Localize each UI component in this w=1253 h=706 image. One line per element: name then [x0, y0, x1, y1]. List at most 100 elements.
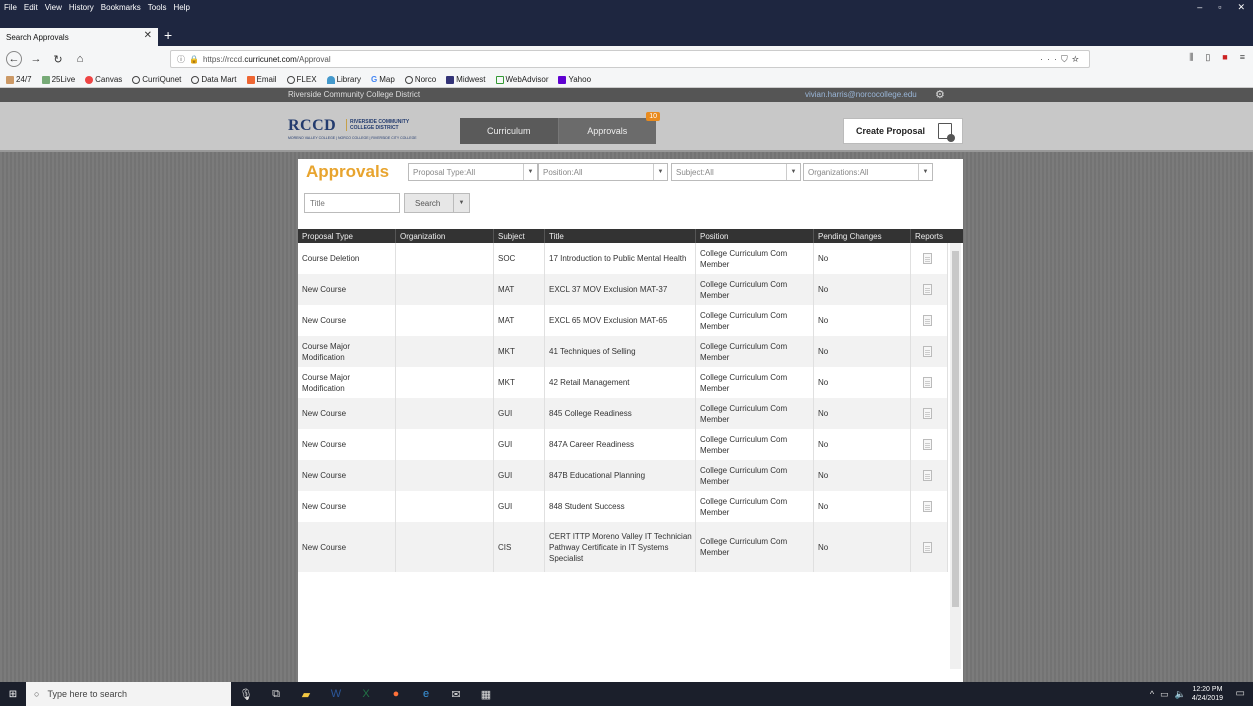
excel-icon[interactable]: X	[351, 682, 381, 706]
proposal-type-filter[interactable]: Proposal Type:All ▼	[408, 163, 538, 181]
rccd-logo[interactable]: RCCD RIVERSIDE COMMUNITY COLLEGE DISTRICT…	[288, 117, 428, 143]
table-row[interactable]: Course Deletion SOC 17 Introduction to Pub…	[298, 243, 948, 274]
report-icon[interactable]	[923, 470, 932, 481]
forward-icon[interactable]: →	[28, 51, 44, 67]
page-actions-icon[interactable]: ···⛉☆	[1040, 54, 1083, 65]
chevron-down-icon: ▼	[786, 164, 800, 180]
url-bar[interactable]: ⓘ 🔒 https://rccd.curricunet.com/Approval…	[170, 50, 1090, 68]
report-icon[interactable]	[923, 541, 932, 553]
mail-icon[interactable]: ✉	[441, 682, 471, 706]
scrollbar-thumb[interactable]	[952, 251, 959, 607]
bookmark-email[interactable]: Email	[246, 75, 277, 84]
library-icon[interactable]: ⫼	[1189, 52, 1193, 63]
close-window-icon[interactable]: ✕	[1237, 2, 1245, 13]
table-scrollbar[interactable]	[950, 243, 961, 669]
maximize-icon[interactable]: ▫	[1218, 2, 1221, 12]
table-row[interactable]: New Course MAT EXCL 65 MOV Exclusion MAT-6…	[298, 305, 948, 336]
table-row[interactable]: Course Major Modification MKT 42 Retail Ma…	[298, 367, 948, 398]
edge-icon[interactable]: e	[411, 682, 441, 706]
bookmark-247[interactable]: 24/7	[6, 75, 32, 84]
globe-icon	[404, 75, 413, 84]
report-icon[interactable]	[923, 501, 932, 512]
create-proposal-button[interactable]: Create Proposal	[843, 118, 963, 144]
pdf-icon[interactable]: ■	[1222, 52, 1227, 63]
menu-edit[interactable]: Edit	[24, 3, 38, 12]
user-email[interactable]: vivian.harris@norcocollege.edu	[805, 90, 917, 99]
table-row[interactable]: New Course GUI 847B Educational Planning Co…	[298, 460, 948, 491]
bookmark-norco[interactable]: Norco	[404, 75, 436, 84]
title-search-input[interactable]	[304, 193, 400, 213]
taskbar-search[interactable]: ○ Type here to search	[26, 682, 231, 706]
task-view-icon[interactable]: ⧉	[261, 682, 291, 706]
bookmark-midwest[interactable]: Midwest	[446, 75, 486, 84]
windows-start-icon[interactable]: ⊞	[0, 682, 26, 706]
minimize-icon[interactable]: –	[1197, 2, 1202, 12]
hamburger-menu-icon[interactable]: ≡	[1240, 52, 1245, 63]
menu-bookmarks[interactable]: Bookmarks	[101, 3, 141, 12]
col-organization[interactable]: Organization	[396, 229, 494, 243]
table-row[interactable]: Course Major Modification MKT 41 Technique…	[298, 336, 948, 367]
bookmark-data-mart[interactable]: Data Mart	[191, 75, 237, 84]
report-icon[interactable]	[923, 439, 932, 450]
bookmark-yahoo[interactable]: Yahoo	[558, 75, 591, 84]
table-row[interactable]: New Course GUI 845 College Readiness Colleg…	[298, 398, 948, 429]
clock[interactable]: 12:20 PM 4/24/2019	[1192, 685, 1223, 703]
back-icon[interactable]: ←	[6, 51, 22, 67]
approvals-count-badge: 10	[646, 112, 660, 121]
organizations-filter[interactable]: Organizations:All ▼	[803, 163, 933, 181]
report-icon[interactable]	[923, 377, 932, 388]
report-icon[interactable]	[923, 253, 932, 264]
bookmark-canvas[interactable]: Canvas	[85, 75, 122, 84]
col-subject[interactable]: Subject	[494, 229, 545, 243]
microphone-icon[interactable]: 🎙	[231, 682, 261, 706]
tab-approvals[interactable]: Approvals 10	[558, 112, 660, 144]
tab-curriculum[interactable]: Curriculum	[460, 118, 559, 144]
network-icon[interactable]: ▭	[1160, 689, 1169, 700]
home-icon[interactable]: ⌂	[72, 51, 88, 67]
browser-tab[interactable]: Search Approvals ✕	[0, 28, 158, 46]
position-filter[interactable]: Position:All ▼	[538, 163, 668, 181]
calculator-icon[interactable]: ▦	[471, 682, 501, 706]
report-icon[interactable]	[923, 346, 932, 357]
notification-icon[interactable]: ▭	[1236, 688, 1245, 699]
sidebar-icon[interactable]: ▯	[1205, 52, 1210, 63]
menu-help[interactable]: Help	[173, 3, 189, 12]
chevron-down-icon[interactable]: ▼	[453, 194, 469, 212]
bookmark-flex[interactable]: FLEX	[286, 75, 317, 84]
report-icon[interactable]	[923, 284, 932, 295]
file-explorer-icon[interactable]: ▰	[291, 682, 321, 706]
col-position[interactable]: Position	[696, 229, 814, 243]
new-tab-icon[interactable]: +	[164, 27, 172, 43]
table-row[interactable]: New Course MAT EXCL 37 MOV Exclusion MAT-3…	[298, 274, 948, 305]
bookmark-map[interactable]: G Map	[371, 75, 395, 84]
col-proposal-type[interactable]: Proposal Type	[298, 229, 396, 243]
table-row[interactable]: New Course GUI 847A Career Readiness Colleg…	[298, 429, 948, 460]
table-row[interactable]: New Course GUI 848 Student Success College …	[298, 491, 948, 522]
approvals-table-body: Course Deletion SOC 17 Introduction to Pub…	[298, 243, 948, 572]
bookmark-curriqunet[interactable]: CurriQunet	[132, 75, 181, 84]
menu-file[interactable]: File	[4, 3, 17, 12]
tab-close-icon[interactable]: ✕	[144, 30, 152, 41]
info-icon[interactable]: ⓘ	[177, 54, 185, 65]
report-icon[interactable]	[923, 408, 932, 419]
firefox-icon[interactable]: ●	[381, 682, 411, 706]
chevron-up-icon[interactable]: ^	[1150, 689, 1154, 699]
report-icon[interactable]	[923, 315, 932, 326]
table-row[interactable]: New Course CIS CERT ITTP Moreno Valley IT …	[298, 522, 948, 572]
bookmark-webadvisor[interactable]: WebAdvisor	[495, 75, 548, 84]
word-icon[interactable]: W	[321, 682, 351, 706]
menu-view[interactable]: View	[45, 3, 62, 12]
col-title[interactable]: Title	[545, 229, 696, 243]
menu-history[interactable]: History	[69, 3, 94, 12]
bookmark-25live[interactable]: 25Live	[41, 75, 75, 84]
reload-icon[interactable]: ↻	[50, 51, 66, 67]
search-button[interactable]: Search ▼	[404, 193, 470, 213]
volume-icon[interactable]: 🔈	[1175, 689, 1186, 700]
tab-title: Search Approvals	[6, 32, 69, 42]
col-pending-changes[interactable]: Pending Changes	[814, 229, 911, 243]
subject-filter[interactable]: Subject:All ▼	[671, 163, 801, 181]
bookmark-library[interactable]: Library	[326, 75, 361, 84]
site-header: RCCD RIVERSIDE COMMUNITY COLLEGE DISTRICT…	[0, 102, 1253, 152]
menu-tools[interactable]: Tools	[148, 3, 167, 12]
gear-icon[interactable]: ⚙	[935, 88, 945, 101]
